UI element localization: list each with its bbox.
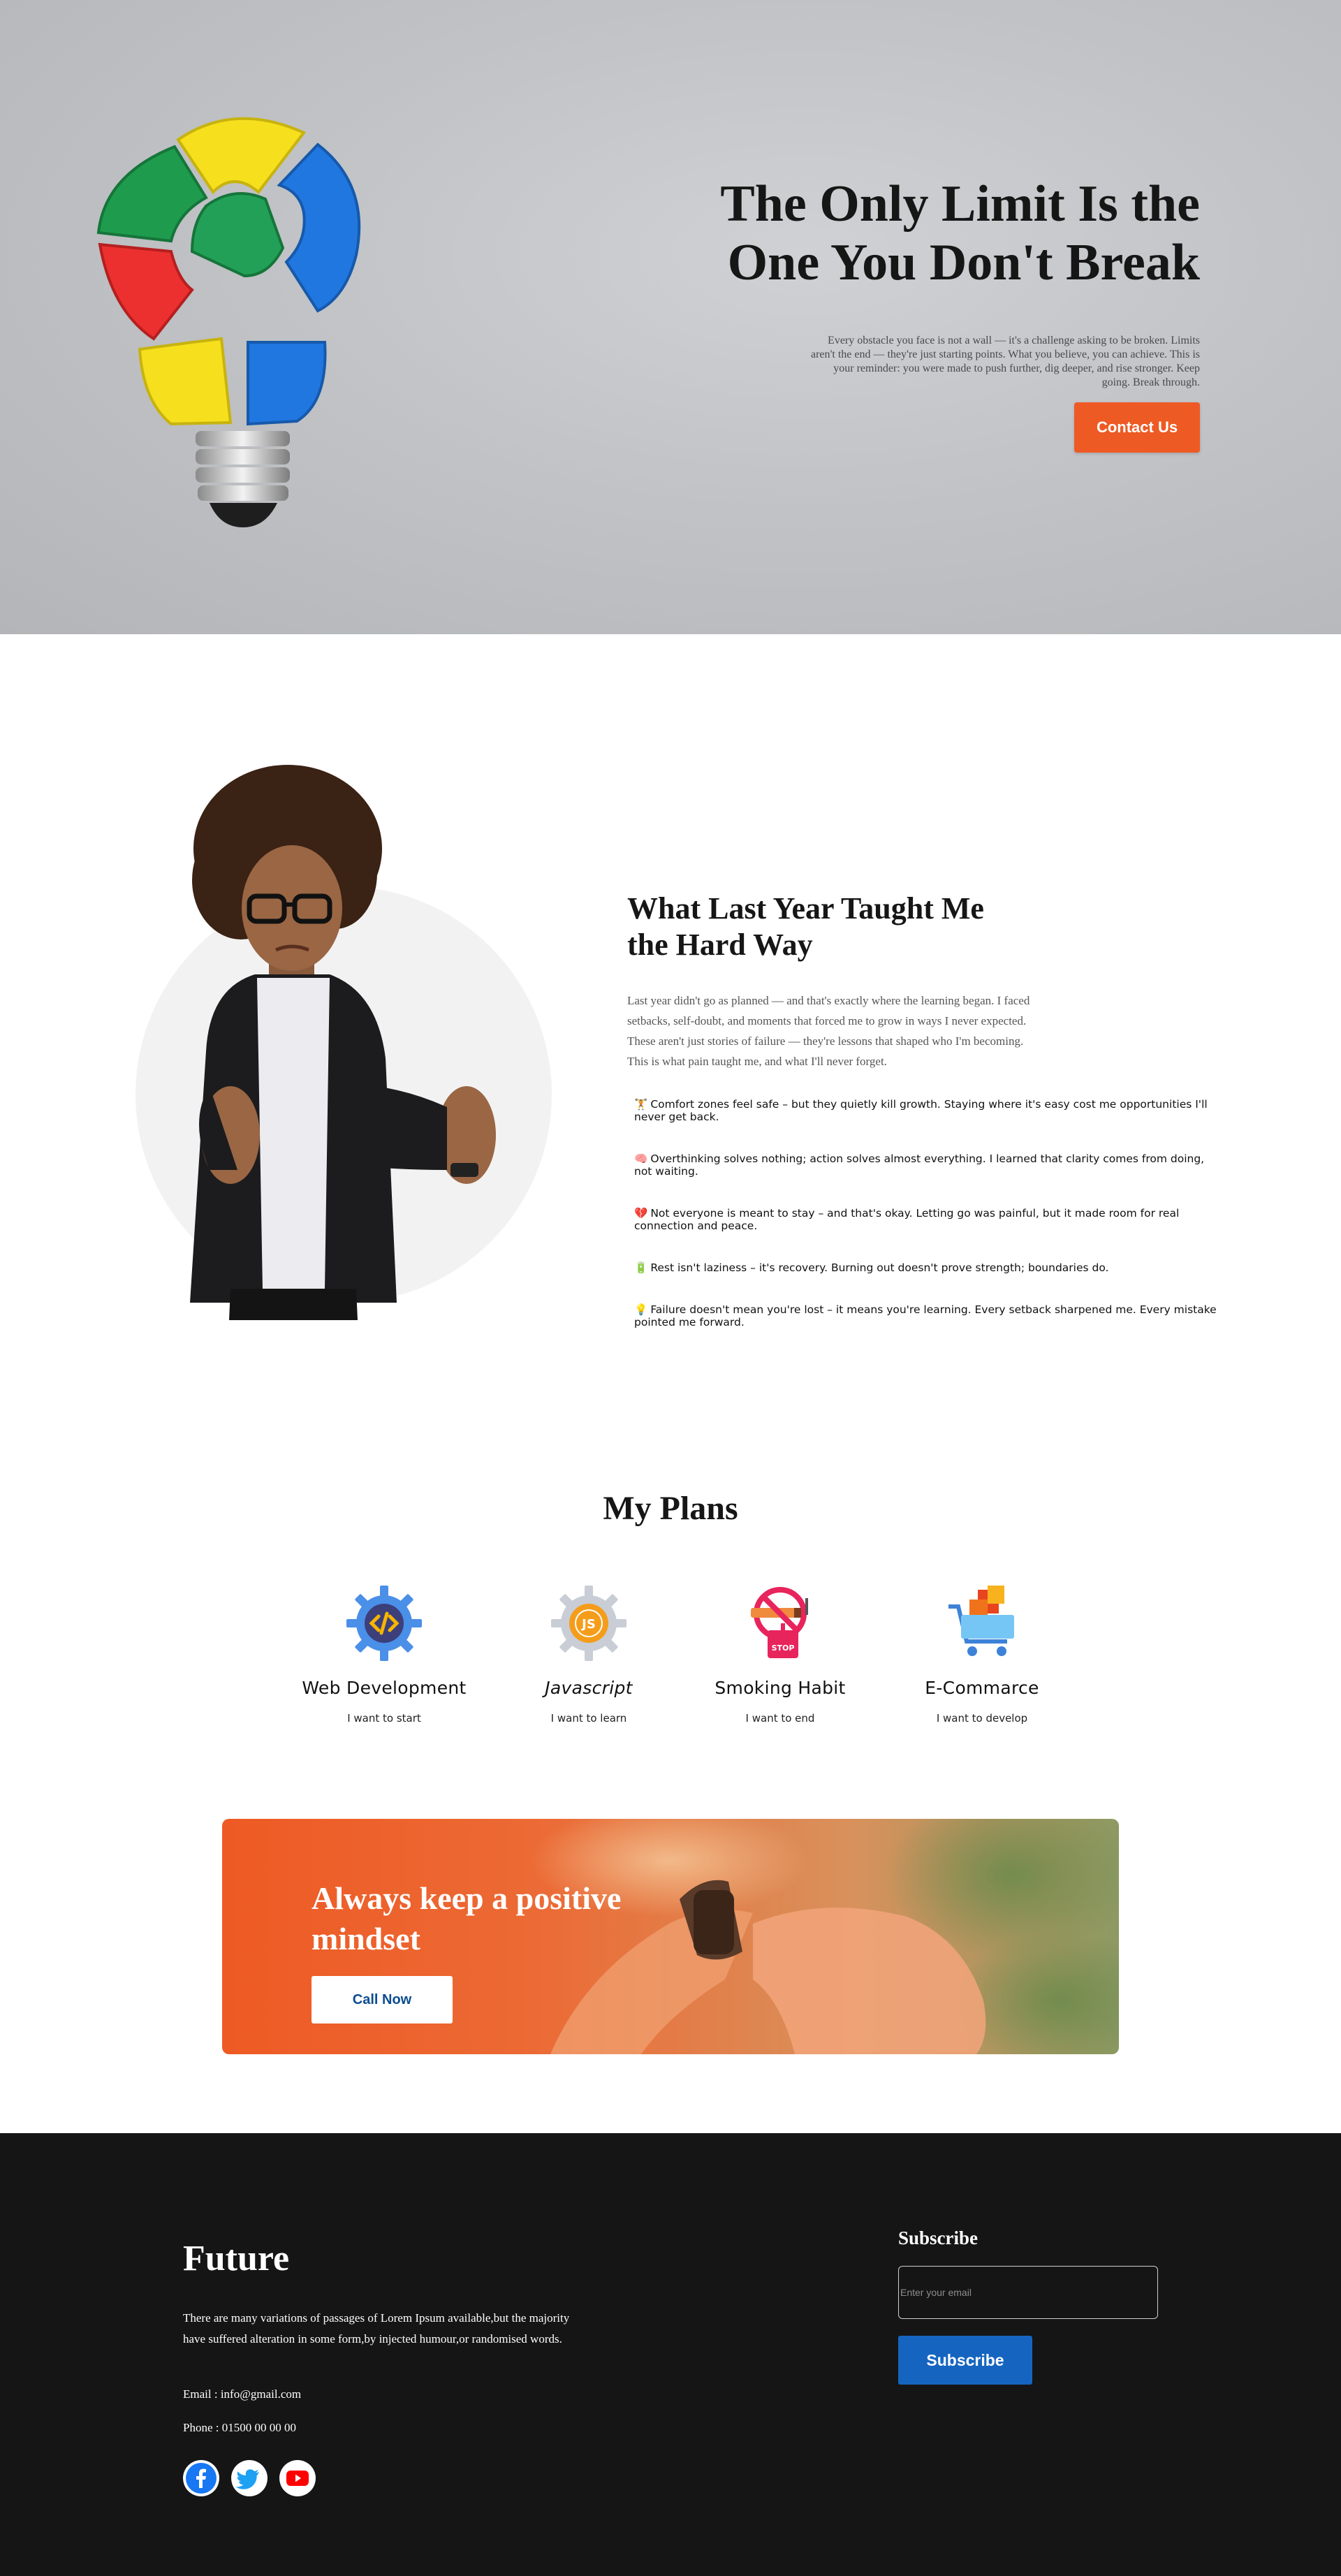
lesson-item: 💔 Not everyone is meant to stay – and tha… — [634, 1207, 1180, 1232]
js-gear-icon: JS — [551, 1586, 626, 1661]
cta-heading: Always keep a positive mindset — [312, 1880, 622, 1956]
plan-name: Javascript — [545, 1678, 633, 1698]
lessons-list: 🏋️ Comfort zones feel safe – but they qui… — [634, 1098, 1221, 1358]
plans-title: My Plans — [603, 1490, 738, 1527]
plan-name: E-Commarce — [925, 1678, 1039, 1698]
subscribe-title: Subscribe — [898, 2227, 979, 2248]
svg-text:JS: JS — [580, 1617, 596, 1632]
cta-banner: Always keep a positive mindset Call Now — [222, 1819, 1119, 2054]
lesson-item: 💡 Failure doesn't mean you're lost – it m… — [634, 1303, 1217, 1329]
weightlifter-icon: 🏋️ — [634, 1098, 648, 1111]
footer: Future There are many variations of pass… — [0, 2133, 1341, 2576]
footer-brand: Future — [183, 2239, 290, 2278]
code-gear-icon — [346, 1586, 422, 1661]
broken-heart-icon: 💔 — [634, 1207, 648, 1220]
shopping-cart-icon — [948, 1586, 1014, 1656]
lessons-intro: Last year didn't go as planned — and tha… — [627, 994, 1030, 1068]
hero-title: The Only Limit Is the One You Don't Brea… — [720, 175, 1200, 291]
plan-name: Smoking Habit — [715, 1678, 846, 1698]
lesson-item: 🧠 Overthinking solves nothing; action sol… — [634, 1152, 1205, 1178]
lightbulb-icon: 💡 — [634, 1303, 648, 1316]
hero-content: The Only Limit Is the One You Don't Brea… — [711, 175, 1200, 453]
plan-subtitle: I want to end — [745, 1712, 815, 1725]
youtube-icon[interactable] — [279, 2460, 316, 2496]
no-smoking-icon: STOP — [751, 1587, 808, 1658]
plan-card: Web Development I want to start — [293, 1584, 475, 1725]
plan-subtitle: I want to start — [347, 1712, 421, 1725]
email-field[interactable] — [898, 2266, 1158, 2319]
call-now-button[interactable]: Call Now — [312, 1976, 453, 2024]
contact-us-button[interactable]: Contact Us — [1074, 402, 1200, 453]
footer-email: Email : info@gmail.com — [183, 2387, 302, 2401]
twitter-icon[interactable] — [231, 2460, 268, 2496]
plan-card: STOP Smoking Habit I want to end — [689, 1584, 871, 1725]
hero-description: Every obstacle you face is not a wall — … — [810, 335, 1200, 388]
hero-section: The Only Limit Is the One You Don't Brea… — [0, 0, 1341, 634]
plan-name: Web Development — [302, 1678, 467, 1698]
plan-card: JS Javascript I want to learn — [498, 1584, 680, 1725]
svg-text:STOP: STOP — [772, 1644, 795, 1653]
battery-icon: 🔋 — [634, 1261, 648, 1274]
social-links — [183, 2460, 316, 2496]
footer-phone: Phone : 01500 00 00 00 — [183, 2421, 296, 2434]
plan-subtitle: I want to learn — [550, 1712, 627, 1725]
portrait-image — [135, 765, 552, 1320]
plan-subtitle: I want to develop — [936, 1712, 1028, 1725]
lessons-title: What Last Year Taught Me the Hard Way — [627, 891, 984, 962]
brain-icon: 🧠 — [634, 1152, 648, 1165]
puzzle-lightbulb-icon — [96, 117, 361, 527]
footer-description: There are many variations of passages of… — [183, 2311, 570, 2346]
subscribe-button[interactable]: Subscribe — [898, 2336, 1032, 2385]
facebook-icon[interactable] — [183, 2460, 219, 2496]
lesson-item: 🔋 Rest isn't laziness – it's recovery. Bu… — [634, 1261, 1109, 1274]
plan-card: E-Commarce I want to develop — [891, 1584, 1073, 1725]
lesson-item: 🏋️ Comfort zones feel safe – but they qui… — [634, 1098, 1208, 1123]
